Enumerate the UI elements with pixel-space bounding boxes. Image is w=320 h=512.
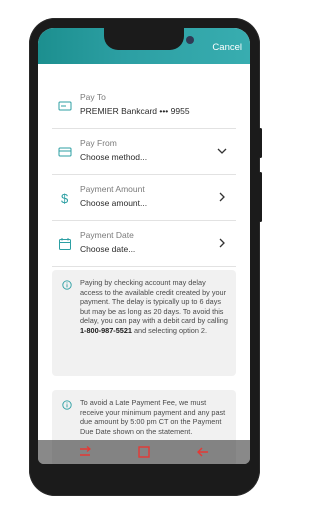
payment-date-label: Payment Date (80, 230, 134, 240)
late-fee-text: To avoid a Late Payment Fee, we must rec… (80, 398, 226, 436)
delay-message: Paying by checking account may delay acc… (80, 278, 228, 326)
checking-delay-text: Paying by checking account may delay acc… (80, 278, 230, 336)
pay-to-label: Pay To (80, 92, 106, 102)
pay-to-value: PREMIER Bankcard ••• 9955 (80, 106, 190, 116)
payment-date-row[interactable]: Payment Date Choose date... (52, 222, 236, 267)
checking-delay-notice: Paying by checking account may delay acc… (52, 270, 236, 376)
payment-amount-row[interactable]: $ Payment Amount Choose amount... (52, 176, 236, 221)
card-icon (58, 147, 72, 157)
home-icon[interactable] (137, 445, 151, 459)
info-icon (62, 280, 72, 290)
support-phone-number[interactable]: 1-800-987-5521 (80, 326, 132, 335)
front-camera (186, 36, 194, 44)
app-screen: Cancel Pay To PREMIER Bankcard ••• 9955 … (38, 28, 250, 464)
card-icon (58, 101, 72, 111)
info-icon (62, 400, 72, 410)
cancel-button[interactable]: Cancel (212, 42, 242, 53)
calendar-icon (59, 238, 71, 250)
payment-amount-label: Payment Amount (80, 184, 145, 194)
chevron-right-icon (219, 238, 225, 248)
payment-amount-value: Choose amount... (80, 198, 148, 208)
pay-from-value: Choose method... (80, 152, 148, 162)
delay-message-suffix: and selecting option 2. (133, 325, 207, 335)
recents-icon[interactable] (78, 445, 92, 459)
dollar-icon: $ (61, 191, 69, 205)
back-icon[interactable] (196, 445, 210, 459)
payment-date-value: Choose date... (80, 244, 136, 254)
pay-from-label: Pay From (80, 138, 117, 148)
pay-to-row: Pay To PREMIER Bankcard ••• 9955 (52, 84, 236, 129)
chevron-down-icon (217, 148, 227, 154)
display-notch (104, 28, 194, 50)
svg-text:$: $ (61, 191, 69, 205)
chevron-right-icon (219, 192, 225, 202)
power-button (259, 128, 262, 158)
volume-button (259, 172, 262, 222)
pay-from-row[interactable]: Pay From Choose method... (52, 130, 236, 175)
system-nav-bar (38, 440, 250, 464)
